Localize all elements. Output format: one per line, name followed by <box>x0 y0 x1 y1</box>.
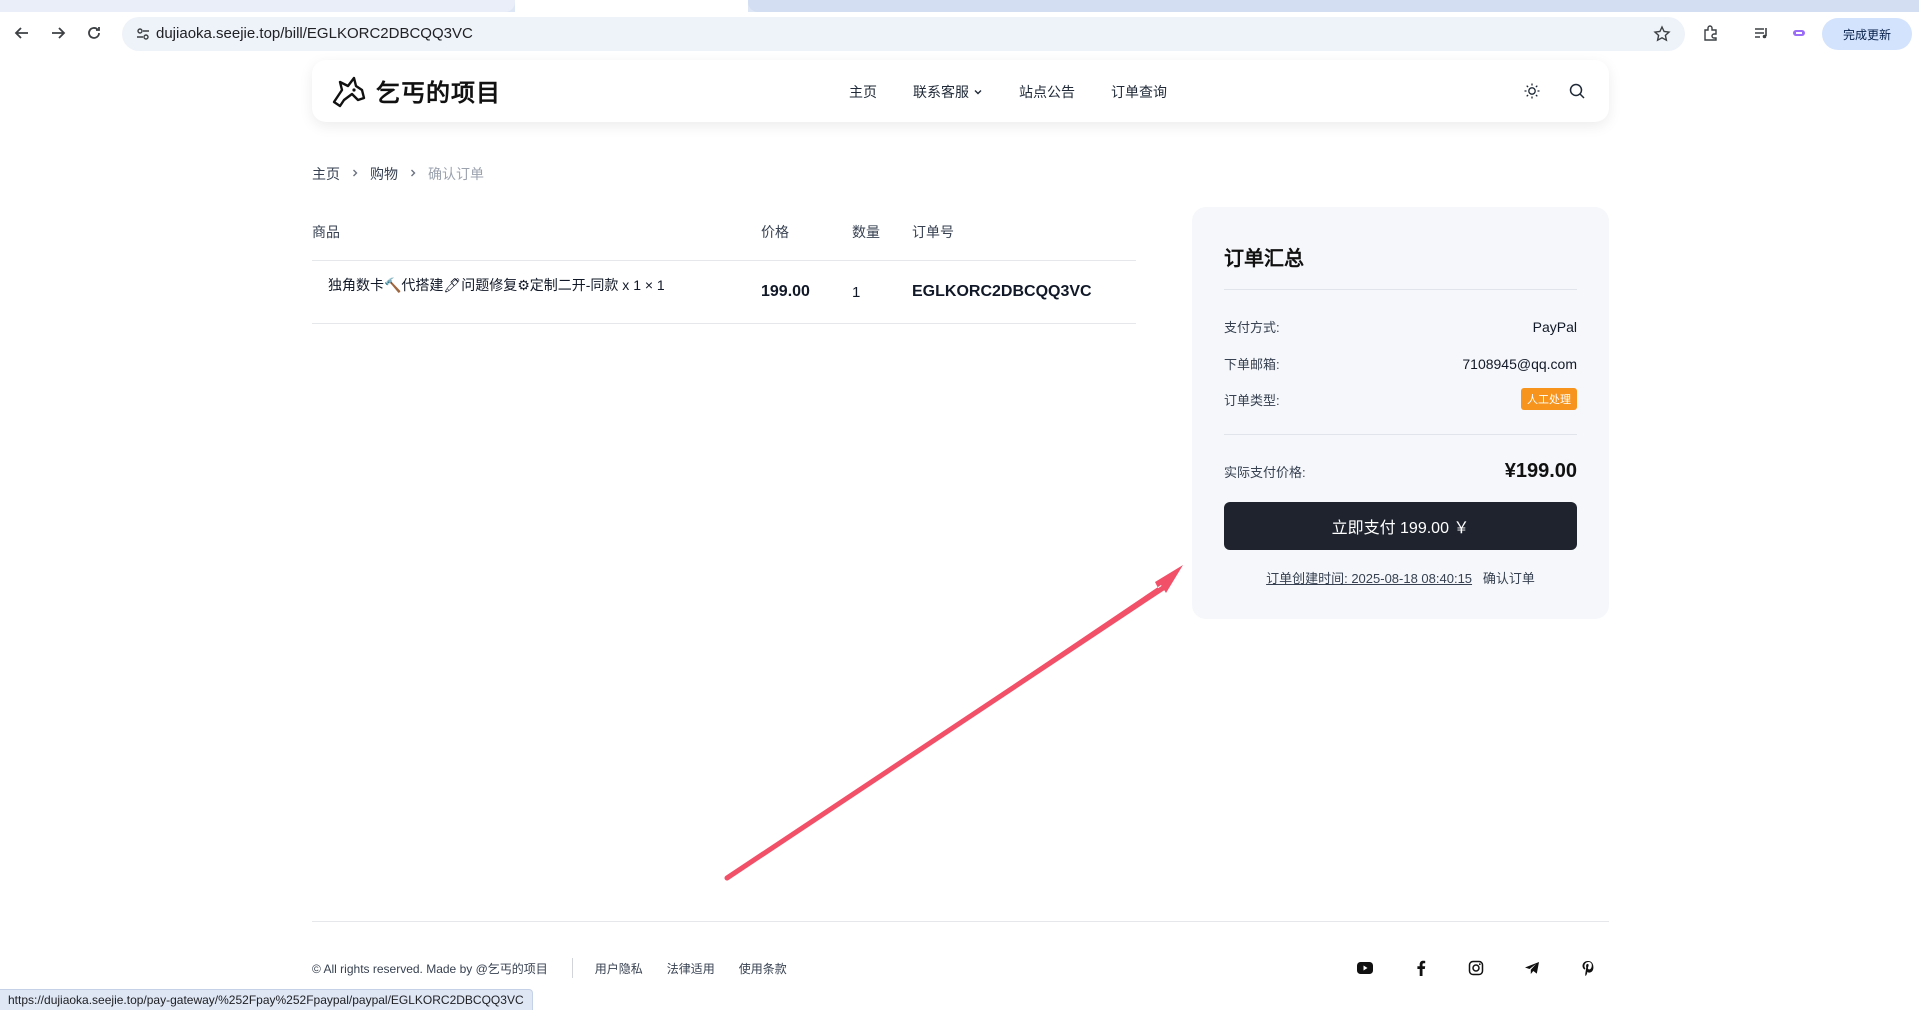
cell-price: 199.00 <box>761 260 852 324</box>
nav-contact-label: 联系客服 <box>913 84 969 100</box>
bookmark-star-icon[interactable] <box>1651 23 1673 45</box>
email-label: 下单邮箱: <box>1224 357 1280 372</box>
payment-method-row: 支付方式: PayPal <box>1224 317 1577 336</box>
browser-tab[interactable] <box>748 0 1919 12</box>
nav-contact[interactable]: 联系客服 <box>913 82 983 102</box>
active-tab[interactable] <box>515 0 748 12</box>
search-icon[interactable] <box>1564 78 1590 104</box>
breadcrumb-home[interactable]: 主页 <box>312 164 340 184</box>
cell-order-no: EGLKORC2DBCQQ3VC <box>912 260 1136 324</box>
col-header-price: 价格 <box>761 222 852 261</box>
table-header-row: 商品 价格 数量 订单号 <box>312 222 1136 261</box>
divider <box>1224 289 1577 290</box>
unicorn-logo-icon <box>332 76 366 108</box>
ai-extension-icon[interactable] <box>1786 20 1812 46</box>
col-header-qty: 数量 <box>852 222 912 261</box>
footer-links: © All rights reserved. Made by @乞丐的项目 用户… <box>312 958 811 978</box>
table-row: 独角数卡🔨代搭建🖊问题修复⚙定制二开-同款 x 1 × 1 199.00 1 E… <box>312 260 1136 324</box>
browser-tab[interactable] <box>0 0 515 12</box>
breadcrumb: 主页 购物 确认订单 <box>312 164 484 184</box>
col-header-product: 商品 <box>312 222 761 261</box>
order-created-time[interactable]: 订单创建时间: 2025-08-18 08:40:15 <box>1266 571 1472 586</box>
cell-qty: 1 <box>852 260 912 324</box>
back-icon[interactable] <box>9 20 35 46</box>
email-row: 下单邮箱: 7108945@qq.com <box>1224 354 1577 373</box>
footer-link-terms[interactable]: 使用条款 <box>739 960 787 977</box>
footer-link-privacy[interactable]: 用户隐私 <box>595 960 643 977</box>
browser-toolbar: dujiaoka.seejie.top/bill/EGLKORC2DBCQQ3V… <box>0 0 1919 56</box>
nav-order-query[interactable]: 订单查询 <box>1111 82 1167 102</box>
col-header-order-no: 订单号 <box>912 222 1136 261</box>
chevron-right-icon <box>408 167 418 181</box>
divider <box>571 958 573 978</box>
order-summary: 订单汇总 支付方式: PayPal 下单邮箱: 7108945@qq.com 订… <box>1192 207 1609 619</box>
email-value: 7108945@qq.com <box>1462 355 1577 372</box>
youtube-icon[interactable] <box>1352 955 1378 981</box>
facebook-icon[interactable] <box>1408 955 1434 981</box>
footer-link-legal[interactable]: 法律适用 <box>667 960 715 977</box>
order-table: 商品 价格 数量 订单号 独角数卡🔨代搭建🖊问题修复⚙定制二开-同款 x 1 ×… <box>312 222 1136 324</box>
order-created-line: 订单创建时间: 2025-08-18 08:40:15 确认订单 <box>1192 568 1609 587</box>
nav-announcement[interactable]: 站点公告 <box>1019 82 1075 102</box>
total-label: 实际支付价格: <box>1224 465 1306 480</box>
chevron-down-icon <box>974 90 982 95</box>
total-row: 实际支付价格: ¥199.00 <box>1224 460 1577 483</box>
main-nav: 主页 联系客服 站点公告 订单查询 <box>849 82 1167 102</box>
breadcrumb-shop[interactable]: 购物 <box>370 164 398 184</box>
pay-now-button[interactable]: 立即支付 199.00 ￥ <box>1224 502 1577 550</box>
instagram-icon[interactable] <box>1463 955 1489 981</box>
order-type-label: 订单类型: <box>1224 392 1280 408</box>
copyright-text: © All rights reserved. Made by @乞丐的项目 <box>312 961 548 976</box>
url-text[interactable]: dujiaoka.seejie.top/bill/EGLKORC2DBCQQ3V… <box>156 25 473 42</box>
payment-method-label: 支付方式: <box>1224 320 1280 335</box>
site-settings-icon[interactable] <box>134 25 152 43</box>
status-bar-url: https://dujiaoka.seejie.top/pay-gateway/… <box>0 989 533 1010</box>
tab-strip <box>0 0 1919 12</box>
total-value: ¥199.00 <box>1504 460 1577 482</box>
payment-method-value: PayPal <box>1532 318 1577 335</box>
extensions-icon[interactable] <box>1698 20 1724 46</box>
pinterest-icon[interactable] <box>1575 955 1601 981</box>
address-bar[interactable]: dujiaoka.seejie.top/bill/EGLKORC2DBCQQ3V… <box>122 17 1685 51</box>
summary-title: 订单汇总 <box>1224 248 1304 270</box>
media-controls-icon[interactable] <box>1748 20 1774 46</box>
site-header: 乞丐的项目 主页 联系客服 站点公告 订单查询 <box>312 60 1609 122</box>
site-name: 乞丐的项目 <box>376 79 501 107</box>
reload-icon[interactable] <box>81 20 107 46</box>
cell-product: 独角数卡🔨代搭建🖊问题修复⚙定制二开-同款 x 1 × 1 <box>312 260 761 324</box>
nav-home[interactable]: 主页 <box>849 82 877 102</box>
telegram-icon[interactable] <box>1519 955 1545 981</box>
update-button[interactable]: 完成更新 <box>1822 18 1912 50</box>
site-logo[interactable]: 乞丐的项目 <box>330 72 501 108</box>
order-type-badge: 人工处理 <box>1521 388 1577 410</box>
order-confirm-text: 确认订单 <box>1482 571 1535 586</box>
footer-divider <box>312 921 1609 922</box>
annotation-arrow <box>724 565 1183 881</box>
forward-icon[interactable] <box>45 20 71 46</box>
theme-sun-icon[interactable] <box>1519 78 1545 104</box>
order-type-row: 订单类型: 人工处理 <box>1224 388 1577 410</box>
breadcrumb-current: 确认订单 <box>428 166 484 182</box>
divider <box>1224 434 1577 435</box>
chevron-right-icon <box>350 167 360 181</box>
